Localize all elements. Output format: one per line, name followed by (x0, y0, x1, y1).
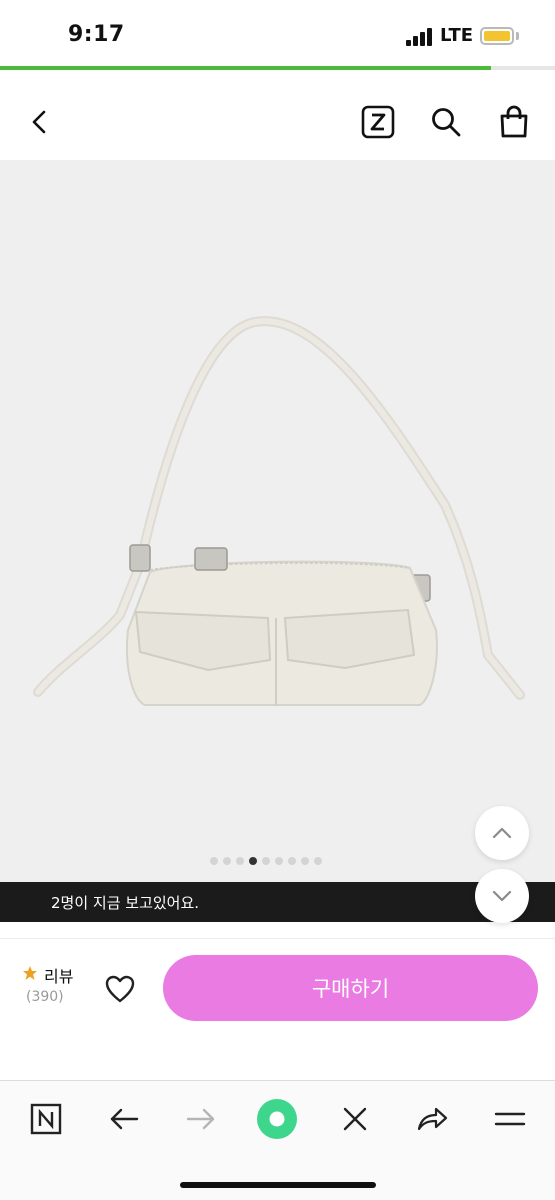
menu-button[interactable] (486, 1097, 534, 1141)
app-header (0, 86, 555, 160)
network-label: LTE (440, 25, 474, 46)
carousel-dot[interactable] (288, 857, 296, 865)
naver-n-icon (30, 1103, 62, 1135)
scroll-up-button[interactable] (475, 806, 529, 860)
shopping-bag-icon (500, 105, 528, 138)
chevron-left-icon (32, 110, 46, 134)
buy-button[interactable]: 구매하기 (163, 955, 538, 1021)
page-load-progress-fill (0, 66, 492, 70)
status-time: 9:17 (68, 22, 125, 47)
star-icon (23, 966, 37, 980)
green-circle-icon (257, 1099, 297, 1139)
product-image-area[interactable] (0, 160, 555, 882)
carousel-dot[interactable] (262, 857, 270, 865)
review-label: 리뷰 (44, 967, 74, 986)
scroll-down-button[interactable] (475, 869, 529, 923)
cart-button[interactable] (492, 100, 536, 144)
wishlist-button[interactable] (100, 969, 140, 1009)
heart-icon (105, 975, 135, 1003)
back-arrow-icon (110, 1108, 139, 1130)
search-icon (432, 108, 461, 137)
menu-icon (494, 1112, 526, 1126)
forward-arrow-icon (186, 1108, 215, 1130)
battery-icon (480, 27, 514, 45)
review-count: (390) (26, 989, 64, 1005)
zigzag-logo-icon (361, 105, 395, 139)
status-bar: 9:17 LTE (0, 0, 555, 66)
battery-tip (516, 32, 519, 40)
product-photo[interactable] (0, 160, 555, 882)
home-indicator (180, 1182, 376, 1188)
carousel-dot[interactable] (210, 857, 218, 865)
share-icon (417, 1107, 448, 1131)
share-button[interactable] (408, 1097, 456, 1141)
carousel-dot[interactable] (301, 857, 309, 865)
browser-forward-button[interactable] (177, 1097, 225, 1141)
close-tab-button[interactable] (331, 1097, 379, 1141)
carousel-dot[interactable] (314, 857, 322, 865)
review-link[interactable]: 리뷰 (390) (20, 963, 90, 1013)
search-button[interactable] (424, 100, 468, 144)
signal-icon (406, 28, 436, 46)
browser-back-button[interactable] (100, 1097, 148, 1141)
carousel-dot[interactable] (223, 857, 231, 865)
green-dot-button[interactable] (253, 1097, 301, 1141)
zigzag-button[interactable] (356, 100, 400, 144)
carousel-indicator (210, 857, 322, 867)
close-icon (343, 1107, 367, 1131)
purchase-bar: 리뷰 (390) 구매하기 (0, 938, 555, 1078)
carousel-dot[interactable] (236, 857, 244, 865)
viewer-banner: 2명이 지금 보고있어요. (0, 882, 555, 922)
carousel-dot[interactable] (249, 857, 257, 865)
browser-toolbar (0, 1080, 555, 1200)
chevron-down-icon (492, 890, 512, 902)
viewer-count-text: 2명이 지금 보고있어요. (51, 894, 200, 912)
naver-home-button[interactable] (22, 1097, 70, 1141)
page-load-progress (0, 66, 555, 70)
back-button[interactable] (18, 100, 62, 144)
carousel-dot[interactable] (275, 857, 283, 865)
chevron-up-icon (492, 827, 512, 839)
